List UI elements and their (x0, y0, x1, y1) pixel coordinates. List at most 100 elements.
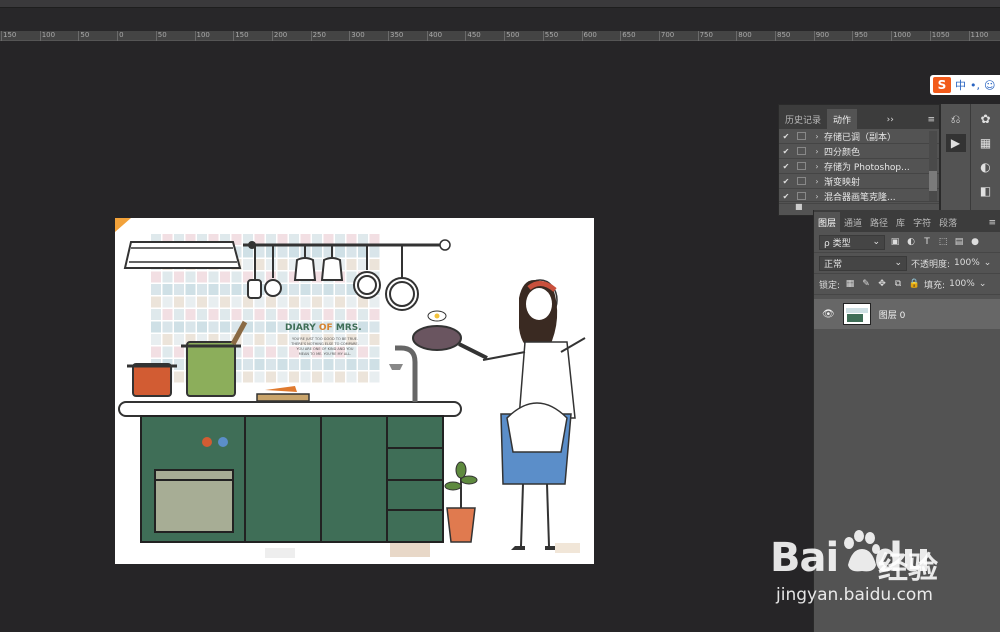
expand-arrow-icon[interactable]: › (810, 192, 824, 201)
wall-tile (174, 371, 184, 383)
wall-tile (266, 371, 276, 383)
check-icon[interactable]: ✔ (779, 192, 793, 201)
visibility-eye-icon[interactable]: 👁 (822, 309, 835, 320)
filter-pixel-icon[interactable]: ▣ (889, 236, 901, 248)
filter-type-icon[interactable]: T (921, 236, 933, 248)
expand-arrow-icon[interactable]: › (810, 177, 824, 186)
adjustments-icon[interactable]: ◐ (976, 158, 996, 176)
check-icon[interactable]: ✔ (779, 147, 793, 156)
wall-tile (162, 296, 173, 308)
filter-adjustment-icon[interactable]: ◐ (905, 236, 917, 248)
ruler-mark (581, 31, 583, 41)
tab-layers[interactable]: 图层 (814, 212, 841, 232)
wall-tile (151, 346, 161, 358)
lock-paint-icon[interactable]: ✎ (860, 278, 872, 290)
panel-menu-icon[interactable]: ≡ (984, 214, 1000, 232)
expand-arrow-icon[interactable]: › (810, 132, 824, 141)
baidu-paw-icon (844, 530, 880, 572)
filter-row: ρ 类型 ⌄ ▣ ◐ T ⬚ ▤ ● (814, 232, 1000, 253)
ime-language[interactable]: 中 (955, 77, 966, 93)
wall-tile (369, 309, 380, 320)
action-row[interactable]: ✔ › 存储为 Photoshop... (779, 159, 939, 174)
dialog-toggle-icon[interactable] (797, 162, 806, 170)
chevron-down-icon[interactable]: ⌄ (979, 279, 987, 289)
scroll-thumb[interactable] (929, 171, 937, 191)
panel-menu-icon[interactable]: ≡ (923, 111, 939, 129)
document-canvas[interactable]: DIARY OF MRS. YOU'RE JUST TOO GOOD TO BE… (115, 218, 594, 564)
ruler-label: 200 (273, 31, 288, 39)
filter-toggle-icon[interactable]: ● (969, 236, 981, 248)
tab-paths[interactable]: 路径 (866, 212, 892, 232)
layer-filter-select[interactable]: ρ 类型 ⌄ (819, 234, 885, 250)
wall-tile (174, 284, 184, 295)
styles-icon[interactable]: ◧ (976, 182, 996, 200)
play-icon[interactable]: ▶ (945, 134, 966, 152)
swatches-grid-icon[interactable]: ▦ (976, 134, 996, 152)
horizontal-ruler: 150 100 50 0 50 100 150 200 250 300 350 400 450 500 55… (0, 31, 1000, 41)
watermark-url: jingyan.baidu.com (776, 585, 933, 605)
dialog-toggle-icon[interactable] (797, 147, 806, 155)
actions-scrollbar[interactable] (929, 131, 937, 201)
action-row[interactable]: ✔ › 存储已调（副本） (779, 129, 939, 144)
ime-emoji-icon[interactable]: ☺ (984, 79, 995, 92)
lock-transparent-icon[interactable]: ▦ (844, 278, 856, 290)
tab-actions[interactable]: 动作 (827, 109, 858, 129)
check-icon[interactable]: ✔ (779, 132, 793, 141)
expand-arrow-icon[interactable]: › (810, 162, 824, 171)
ruler-mark (929, 31, 931, 41)
ruler-mark (697, 31, 699, 41)
action-row[interactable]: ✔ › 四分颜色 (779, 144, 939, 159)
ruler-label: 950 (854, 31, 868, 39)
dialog-toggle-icon[interactable] (797, 132, 806, 140)
layer-name[interactable]: 图层 0 (879, 308, 906, 321)
wall-tile (197, 296, 207, 308)
lock-move-icon[interactable]: ✥ (876, 278, 888, 290)
wall-tile (174, 334, 184, 345)
wall-tile (197, 284, 207, 295)
dialog-toggle-icon[interactable] (797, 192, 806, 200)
tab-character[interactable]: 字符 (909, 212, 935, 232)
tab-paragraph[interactable]: 段落 (935, 212, 961, 232)
lock-all-icon[interactable]: 🔒 (908, 278, 920, 290)
filter-shape-icon[interactable]: ⬚ (937, 236, 949, 248)
wall-tile (151, 271, 161, 283)
tab-history[interactable]: 历史记录 (779, 109, 827, 129)
expand-icon[interactable]: ›› (883, 111, 898, 129)
stop-icon[interactable]: ■ (795, 202, 803, 211)
fill-value[interactable]: 100% (949, 279, 975, 289)
ruler-mark (813, 31, 815, 41)
check-icon[interactable]: ✔ (779, 177, 793, 186)
wall-tile (231, 309, 242, 320)
check-icon[interactable]: ✔ (779, 162, 793, 171)
panel-dock-column-2: ✿ ▦ ◐ ◧ (970, 104, 1000, 214)
wall-tile (151, 309, 161, 320)
wall-tile (323, 284, 334, 295)
wall-tile (300, 234, 311, 245)
wall-tile (277, 259, 288, 270)
lock-artboard-icon[interactable]: ⧉ (892, 278, 904, 290)
color-palette-icon[interactable]: ✿ (976, 110, 996, 128)
layer-row[interactable]: 👁 图层 0 (814, 299, 1000, 329)
wall-tile (277, 246, 288, 258)
ruler-label: 500 (506, 31, 520, 39)
wall-tile (266, 296, 276, 308)
wall-tile (231, 296, 242, 308)
tab-channels[interactable]: 通道 (840, 212, 866, 232)
chevron-down-icon[interactable]: ⌄ (984, 258, 992, 268)
history-brush-icon[interactable]: ⎌ (946, 110, 966, 128)
ruler-label: 850 (777, 31, 791, 39)
tagline-2: THERE'S NOTHING ELSE TO COMPARE. (290, 342, 359, 346)
blend-mode-select[interactable]: 正常 ⌄ (819, 255, 907, 271)
action-row[interactable]: ✔ › 渐变映射 (779, 174, 939, 189)
dialog-toggle-icon[interactable] (797, 177, 806, 185)
ime-toolbar[interactable]: S 中 •, ☺ (930, 75, 1000, 95)
filter-smart-icon[interactable]: ▤ (953, 236, 965, 248)
ruler-mark (39, 31, 41, 41)
wall-tile (220, 321, 230, 333)
ime-punctuation[interactable]: •, (970, 79, 980, 92)
opacity-value[interactable]: 100% (954, 258, 980, 268)
wall-tile (346, 371, 357, 383)
expand-arrow-icon[interactable]: › (810, 147, 824, 156)
tab-library[interactable]: 库 (892, 212, 909, 232)
plant-pot (446, 507, 476, 543)
